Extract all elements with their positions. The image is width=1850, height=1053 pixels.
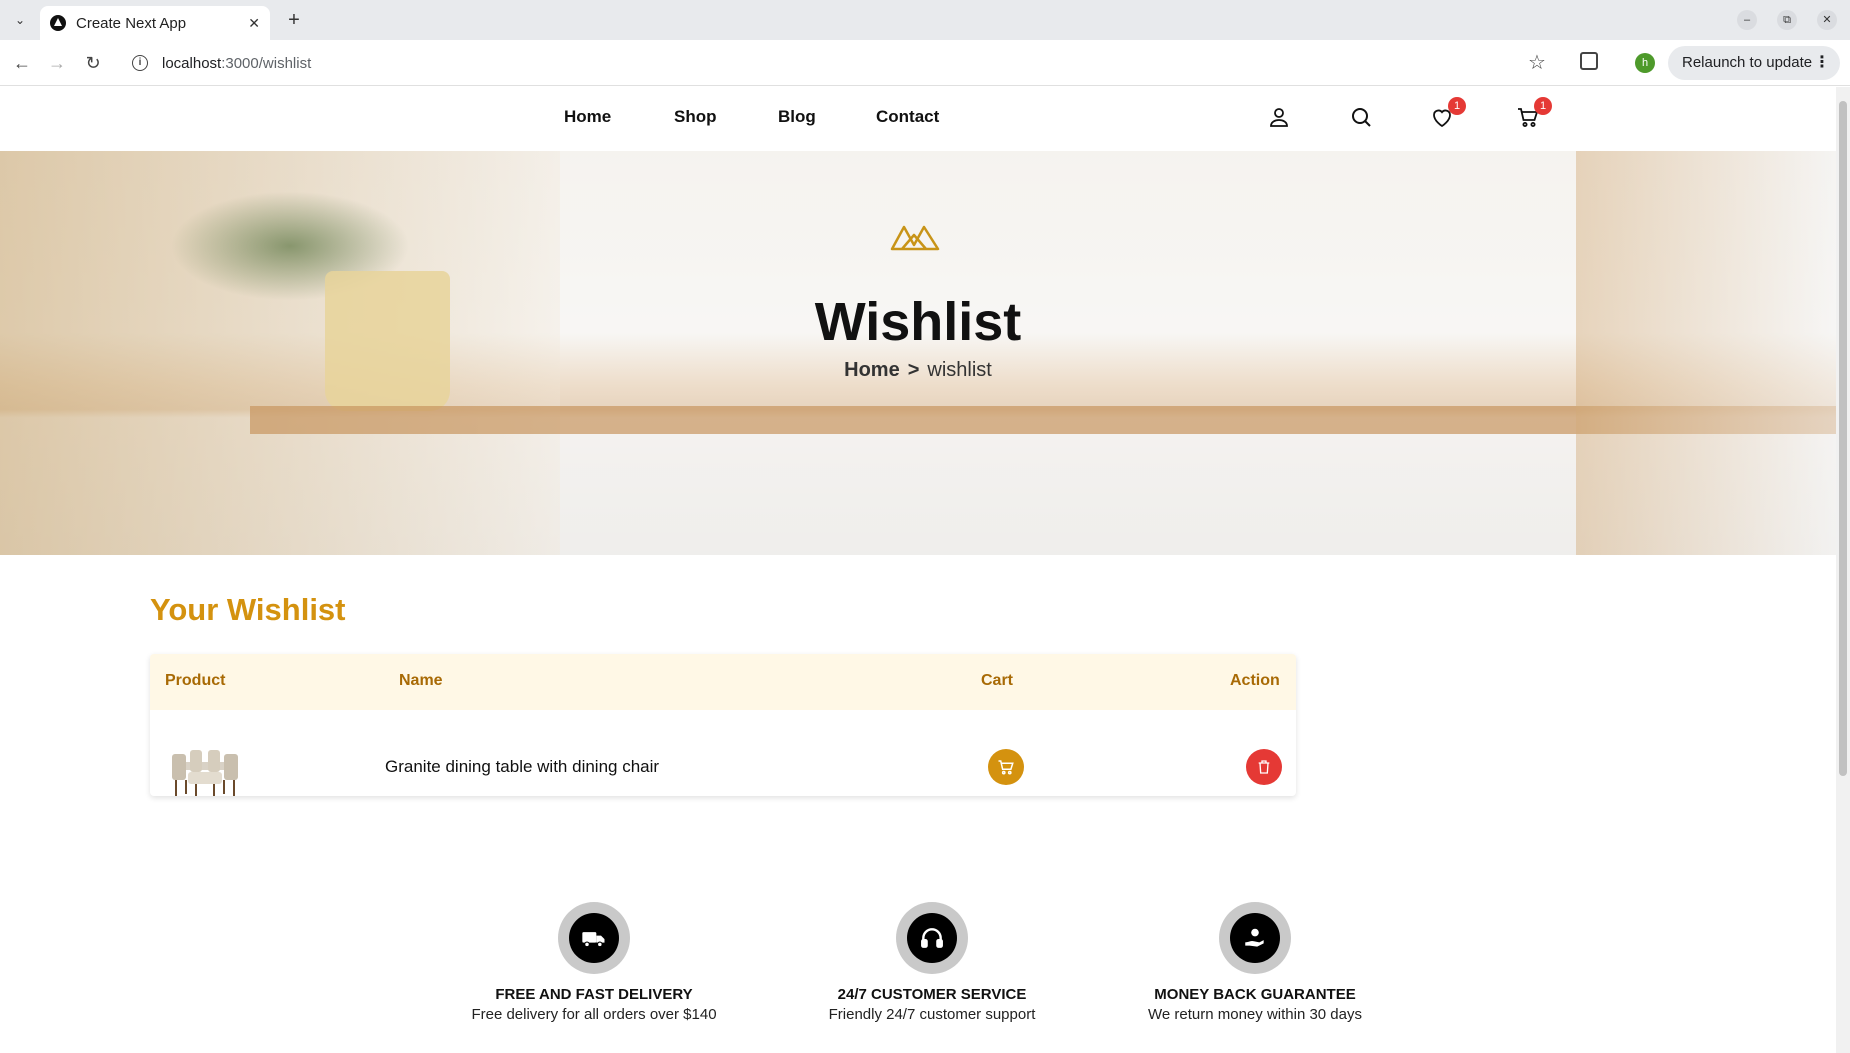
- tab-close-icon[interactable]: ✕: [248, 15, 260, 32]
- more-menu-icon[interactable]: ⋮: [1814, 46, 1830, 80]
- extensions-puzzle-icon[interactable]: [1580, 52, 1598, 70]
- site-navbar: Home Shop Blog Contact 1 1: [0, 87, 1836, 151]
- profile-avatar[interactable]: h: [1635, 53, 1655, 73]
- page-title: Wishlist: [814, 292, 1022, 352]
- breadcrumb: Home > wishlist: [0, 359, 1836, 382]
- product-thumbnail-dining-table[interactable]: [168, 742, 242, 796]
- column-header-name: Name: [399, 672, 443, 689]
- nav-link-blog[interactable]: Blog: [778, 107, 816, 127]
- url-path: :3000/wishlist: [221, 54, 312, 72]
- feature-service-icon-disc: [907, 913, 957, 963]
- feature-title: MONEY BACK GUARANTEE: [1154, 986, 1356, 1003]
- feature-money-icon-disc: [1230, 913, 1280, 963]
- hero-banner: Wishlist Home > wishlist: [0, 151, 1836, 555]
- feature-delivery-icon-ring: [558, 902, 630, 974]
- browser-toolbar: ← → ↻ i localhost:3000/wishlist ☆ h Rela…: [0, 40, 1850, 86]
- remove-from-wishlist-button[interactable]: [1246, 749, 1282, 785]
- minimize-window-icon[interactable]: –: [1737, 10, 1757, 30]
- back-arrow-icon[interactable]: ←: [9, 50, 35, 76]
- scrollbar-thumb[interactable]: [1839, 101, 1847, 776]
- feature-title: FREE AND FAST DELIVERY: [495, 986, 693, 1003]
- user-icon[interactable]: [1267, 105, 1293, 131]
- product-name: Granite dining table with dining chair: [385, 757, 660, 776]
- tab-title: Create Next App: [76, 14, 187, 32]
- bookmark-star-icon[interactable]: ☆: [1528, 50, 1546, 75]
- brand-logo-icon: [890, 225, 940, 251]
- wishlist-heading: Your Wishlist: [150, 592, 346, 627]
- wishlist-table: Product Name Cart Action Granite dining …: [150, 654, 1296, 796]
- feature-description: Friendly 24/7 customer support: [828, 1006, 1036, 1023]
- nav-link-home[interactable]: Home: [564, 107, 611, 127]
- tab-search-chevron-icon[interactable]: ⌄: [8, 8, 32, 32]
- feature-delivery-icon-disc: [569, 913, 619, 963]
- browser-tab-bar: ⌄ Create Next App ✕ + – ⧉ ✕: [0, 0, 1850, 40]
- feature-delivery: FREE AND FAST DELIVERY Free delivery for…: [444, 902, 744, 1023]
- cart-icon[interactable]: 1: [1516, 97, 1552, 131]
- restore-window-icon[interactable]: ⧉: [1777, 10, 1797, 30]
- column-header-cart: Cart: [981, 672, 1014, 689]
- reload-icon[interactable]: ↻: [80, 50, 106, 76]
- breadcrumb-separator: >: [907, 359, 920, 381]
- page-content: Home Shop Blog Contact 1 1 Wishlist Home…: [0, 87, 1836, 1053]
- forward-arrow-icon[interactable]: →: [44, 50, 70, 76]
- address-bar[interactable]: i localhost:3000/wishlist: [120, 45, 1530, 81]
- page-scrollbar[interactable]: [1836, 87, 1850, 1053]
- feature-description: We return money within 30 days: [1148, 1006, 1362, 1023]
- nav-link-contact[interactable]: Contact: [876, 107, 939, 127]
- nav-link-shop[interactable]: Shop: [674, 107, 717, 127]
- site-info-icon[interactable]: i: [132, 55, 148, 71]
- money-hand-icon: [1245, 928, 1264, 947]
- column-header-product: Product: [165, 672, 226, 689]
- close-window-icon[interactable]: ✕: [1817, 10, 1837, 30]
- trash-icon: [1258, 760, 1270, 774]
- truck-icon: [582, 932, 605, 948]
- feature-customer-service: 24/7 CUSTOMER SERVICE Friendly 24/7 cust…: [782, 902, 1082, 1023]
- add-to-cart-button[interactable]: [988, 749, 1024, 785]
- headphones-icon: [921, 928, 943, 948]
- nextjs-favicon-icon: [50, 15, 66, 31]
- feature-money-icon-ring: [1219, 902, 1291, 974]
- feature-service-icon-ring: [896, 902, 968, 974]
- hero-background-window: [1576, 151, 1836, 555]
- column-header-action: Action: [1230, 672, 1280, 689]
- wishlist-count-badge: 1: [1448, 97, 1466, 115]
- relaunch-label: Relaunch to update: [1682, 54, 1813, 71]
- feature-money-back: MONEY BACK GUARANTEE We return money wit…: [1105, 902, 1405, 1023]
- feature-title: 24/7 CUSTOMER SERVICE: [837, 986, 1027, 1003]
- browser-tab[interactable]: Create Next App ✕: [40, 6, 270, 40]
- breadcrumb-home-link[interactable]: Home: [844, 359, 900, 381]
- feature-description: Free delivery for all orders over $140: [471, 1006, 717, 1023]
- new-tab-plus-icon[interactable]: +: [282, 8, 306, 32]
- cart-icon: [998, 760, 1014, 775]
- breadcrumb-current: wishlist: [927, 359, 992, 381]
- url-host: localhost: [162, 54, 222, 72]
- table-header: Product Name Cart Action: [150, 654, 1296, 710]
- search-icon[interactable]: [1349, 105, 1375, 131]
- relaunch-button[interactable]: Relaunch to update ⋮: [1668, 46, 1840, 80]
- wishlist-heart-icon[interactable]: 1: [1430, 97, 1466, 131]
- cart-count-badge: 1: [1534, 97, 1552, 115]
